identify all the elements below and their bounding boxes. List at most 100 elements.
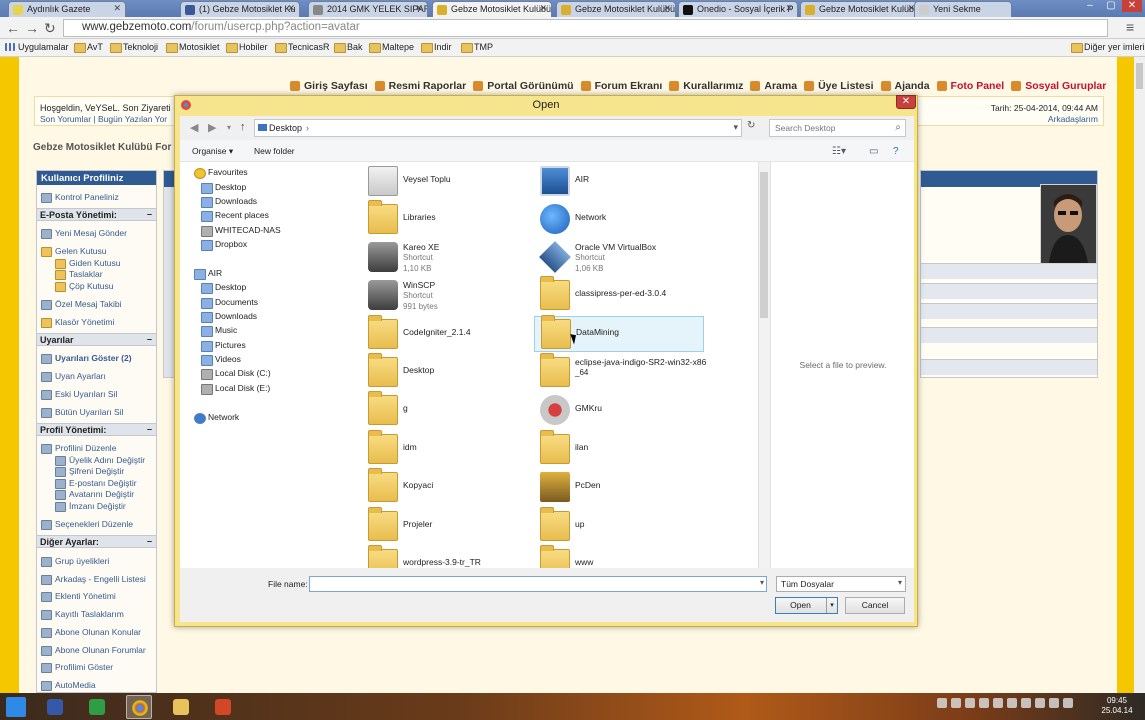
tray-icon[interactable] xyxy=(993,698,1003,708)
file-item[interactable]: Kareo XE Shortcut 1,10 KB xyxy=(362,240,532,276)
friends-link[interactable]: Arkadaşlarım xyxy=(1048,114,1098,124)
file-item[interactable]: Network xyxy=(534,202,704,238)
file-item[interactable]: Veysel Toplu xyxy=(362,164,532,200)
close-tab-icon[interactable]: ✕ xyxy=(663,3,671,14)
nav-network[interactable]: Network xyxy=(194,412,239,424)
sidebar-item[interactable]: Çöp Kutusu xyxy=(55,281,113,292)
sidebar-item[interactable]: Uyan Ayarları xyxy=(41,371,106,382)
sidebar-item[interactable]: Arkadaş - Engelli Listesi xyxy=(41,574,146,585)
sidebar-item[interactable]: Uyarıları Göster (2) xyxy=(41,353,132,364)
browser-tab[interactable]: (1) Gebze Motosiklet Ku ✕ xyxy=(180,1,300,17)
file-item[interactable]: g xyxy=(362,391,532,429)
file-item[interactable]: ilan xyxy=(534,430,704,468)
cancel-button[interactable]: Cancel xyxy=(845,597,905,614)
sidebar-item[interactable]: AutoMedia xyxy=(41,680,96,691)
back-icon[interactable]: ◀ xyxy=(190,121,198,134)
reload-icon[interactable]: ↻ xyxy=(44,20,56,36)
sidebar-item[interactable]: Özel Mesaj Takibi xyxy=(41,299,121,310)
nav-item[interactable]: Downloads xyxy=(201,196,257,208)
sidebar-item[interactable]: Eklenti Yönetimi xyxy=(41,591,116,602)
file-item[interactable]: CodeIgniter_2.1.4 xyxy=(362,315,532,353)
file-type-select[interactable]: Tüm Dosyalar ▾ xyxy=(776,576,906,592)
file-item[interactable]: PcDen xyxy=(534,470,704,506)
chevron-down-icon[interactable]: ▾ xyxy=(760,578,764,587)
close-tab-icon[interactable]: ✕ xyxy=(113,3,121,14)
tray-icon[interactable] xyxy=(1035,698,1045,708)
collapse-icon[interactable]: – xyxy=(147,334,152,344)
sidebar-item[interactable]: Kontrol Paneliniz xyxy=(41,192,119,203)
tray-icon[interactable] xyxy=(965,698,975,708)
browser-tab-active[interactable]: Gebze Motosiklet Kulübü ✕ xyxy=(432,1,552,17)
file-item[interactable]: Kopyaci xyxy=(362,468,532,506)
tray-icon[interactable] xyxy=(1021,698,1031,708)
open-button[interactable]: Open ▾ xyxy=(775,597,838,614)
up-icon[interactable]: ↑ xyxy=(240,121,246,133)
bookmark-folder[interactable]: Motosiklet xyxy=(166,42,220,53)
menu-home[interactable]: Giriş Sayfası xyxy=(290,80,368,92)
page-scroll-thumb[interactable] xyxy=(1136,63,1143,89)
tray-icon[interactable] xyxy=(979,698,989,708)
sidebar-item[interactable]: Profilini Düzenle xyxy=(41,443,116,454)
file-item[interactable]: classipress-per-ed-3.0.4 xyxy=(534,276,704,314)
bookmark-folder[interactable]: Bak xyxy=(334,42,363,53)
tray-icon[interactable] xyxy=(1049,698,1059,708)
sidebar-item[interactable]: Grup üyelikleri xyxy=(41,556,109,567)
minimize-button[interactable]: – xyxy=(1080,0,1100,12)
nav-item[interactable]: Desktop xyxy=(201,182,246,194)
nav-item[interactable]: WHITECAD-NAS xyxy=(201,225,281,237)
close-tab-icon[interactable]: ✕ xyxy=(539,3,547,14)
path-breadcrumb[interactable]: Desktop › ▾ xyxy=(254,119,742,137)
nav-item[interactable]: Music xyxy=(201,325,237,337)
file-item[interactable]: up xyxy=(534,507,704,545)
browser-tab[interactable]: Aydınlık Gazete ✕ xyxy=(8,1,126,17)
taskbar-app[interactable] xyxy=(42,695,68,719)
sidebar-item[interactable]: Profilimi Göster xyxy=(41,662,113,673)
sidebar-item[interactable]: Üyelik Adını Değiştir xyxy=(55,455,145,466)
sidebar-item[interactable]: Gelen Kutusu xyxy=(41,246,107,257)
close-tab-icon[interactable]: ✕ xyxy=(415,3,423,14)
nav-favourites[interactable]: Favourites xyxy=(194,167,248,179)
file-item[interactable]: Libraries xyxy=(362,200,532,238)
sidebar-item[interactable]: Yeni Mesaj Gönder xyxy=(41,228,127,239)
search-icon[interactable]: ⌕ xyxy=(895,122,901,133)
browser-tab[interactable]: Gebze Motosiklet Kulübü ✕ xyxy=(800,1,920,17)
nav-computer[interactable]: AIR xyxy=(194,268,222,280)
page-scrollbar[interactable] xyxy=(1134,57,1145,693)
bookmark-folder[interactable]: TecnicasR xyxy=(275,42,330,53)
help-icon[interactable]: ? xyxy=(893,146,899,157)
forward-icon[interactable]: ▶ xyxy=(208,121,216,134)
file-item[interactable]: AIR xyxy=(534,164,704,200)
nav-item[interactable]: Local Disk (E:) xyxy=(201,383,270,395)
open-dropdown-icon[interactable]: ▾ xyxy=(826,598,837,613)
menu-reports[interactable]: Resmi Raporlar xyxy=(374,80,466,92)
file-item[interactable]: Desktop xyxy=(362,353,532,391)
file-item[interactable]: WinSCP Shortcut 991 bytes xyxy=(362,278,532,314)
refresh-icon[interactable]: ↻ xyxy=(747,120,755,131)
taskbar-clock[interactable]: 09:45 25.04.14 xyxy=(1097,696,1137,716)
menu-members[interactable]: Üye Listesi xyxy=(804,80,874,92)
bookmark-folder[interactable]: AvT xyxy=(74,42,103,53)
browser-tab[interactable]: 2014 GMK YELEK SIPARI ✕ xyxy=(308,1,428,17)
sidebar-item[interactable]: Avatarını Değiştir xyxy=(55,489,134,500)
sidebar-item[interactable]: Şifreni Değiştir xyxy=(55,466,124,477)
sidebar-item[interactable]: Abone Olunan Konular xyxy=(41,627,141,638)
sidebar-item[interactable]: E-postanı Değiştir xyxy=(55,478,137,489)
menu-social[interactable]: Sosyal Guruplar xyxy=(1011,80,1106,92)
file-item[interactable]: eclipse-java-indigo-SR2-win32-x86 _64 xyxy=(534,353,706,391)
bookmark-folder[interactable]: Hobiler xyxy=(226,42,268,53)
recent-locations-icon[interactable]: ▾ xyxy=(227,123,231,132)
file-item[interactable]: Oracle VM VirtualBox Shortcut 1,06 KB xyxy=(534,240,704,276)
dialog-close-button[interactable]: ✕ xyxy=(896,95,916,109)
back-icon[interactable]: ← xyxy=(6,20,20,36)
sidebar-item[interactable]: Taslaklar xyxy=(55,269,103,280)
taskbar-app[interactable] xyxy=(210,695,236,719)
collapse-icon[interactable]: – xyxy=(147,209,152,219)
sidebar-item[interactable]: Giden Kutusu xyxy=(55,258,121,269)
nav-item[interactable]: Recent places xyxy=(201,210,269,222)
menu-icon[interactable]: ≡ xyxy=(1126,19,1134,35)
sidebar-item[interactable]: Eski Uyarıları Sil xyxy=(41,389,117,400)
sidebar-item[interactable]: Klasör Yönetimi xyxy=(41,317,114,328)
preview-pane-icon[interactable]: ▭ xyxy=(869,146,878,157)
bookmark-folder[interactable]: Indir xyxy=(421,42,452,53)
file-list-scroll-thumb[interactable] xyxy=(760,172,768,318)
